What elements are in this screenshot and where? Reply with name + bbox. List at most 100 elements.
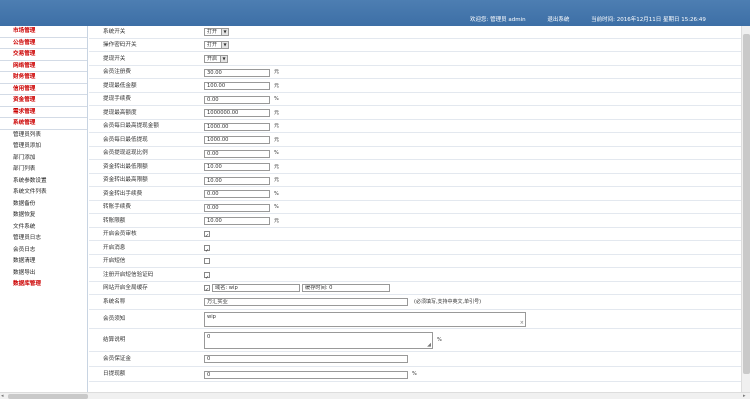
sidebar-item[interactable]: 需求管理 [0, 106, 87, 118]
unit-label: 元 [274, 218, 280, 224]
sidebar-item[interactable]: 部门添加 [0, 153, 87, 165]
field-label: 系统名称 [103, 299, 126, 305]
sidebar-item[interactable]: 数据恢复 [0, 210, 87, 222]
top-banner: 欢迎您: 管理员 admin 退出系统 当前时间: 2016年12月11日 星期… [0, 0, 750, 26]
field-label: 注册开启短信验证码 [103, 272, 154, 278]
unit-label: % [274, 96, 279, 102]
sidebar-item[interactable]: 交易管理 [0, 49, 87, 61]
sidebar-item[interactable]: 数据清理 [0, 256, 87, 268]
sidebar-item[interactable]: 管理员列表 [0, 130, 87, 142]
sidebar-item[interactable]: 数据库管理 [0, 279, 87, 291]
field-label: 提现开关 [103, 56, 126, 62]
checkbox[interactable] [204, 244, 210, 258]
sidebar-item[interactable]: 数据导出 [0, 268, 87, 280]
text-input[interactable]: 1000000.00 [204, 109, 270, 117]
horizontal-scrollbar[interactable]: ◂ ▸ [0, 392, 750, 399]
horizontal-scroll-thumb[interactable] [8, 394, 88, 399]
system-name-input[interactable]: 万汇实业 [204, 297, 408, 306]
text-input[interactable]: 10.00 [204, 217, 270, 225]
scroll-right-arrow-icon[interactable]: ▸ [743, 393, 746, 399]
sidebar-item[interactable]: 系统参数设置 [0, 176, 87, 188]
field-label: 资金转出最高限额 [103, 177, 148, 183]
cache-checkbox[interactable] [204, 284, 210, 297]
header-info: 欢迎您: 管理员 admin 退出系统 当前时间: 2016年12月11日 星期… [470, 15, 726, 23]
sidebar-item[interactable]: 管理员添加 [0, 141, 87, 153]
field-label: 会员每日最高提现金额 [103, 123, 159, 129]
field-label: 网站开启全局缓存 [103, 285, 148, 291]
chevron-down-icon[interactable]: ▼ [221, 28, 228, 35]
sidebar-item[interactable]: 会员日志 [0, 245, 87, 257]
textarea-field[interactable]: wip × [204, 312, 526, 327]
unit-label: 元 [274, 137, 280, 143]
field-control [204, 255, 210, 268]
field-label: 会员提现返现比例 [103, 150, 148, 156]
chevron-down-icon[interactable]: ▼ [220, 55, 227, 62]
select-field[interactable]: 打开 ▼ [204, 40, 229, 49]
close-icon[interactable]: × [520, 320, 524, 326]
select-field[interactable]: 打开 ▼ [204, 27, 229, 36]
sidebar-item[interactable]: 管理员日志 [0, 233, 87, 245]
logout-link[interactable]: 退出系统 [547, 17, 569, 23]
textarea-value: 0 [207, 334, 211, 340]
sidebar-item[interactable]: 公告管理 [0, 37, 87, 49]
field-control: wip × [204, 310, 526, 329]
text-input[interactable]: 10.00 [204, 163, 270, 171]
form-row: 转账手续费 0.00% [89, 201, 741, 214]
form-row: 系统名称 万汇实业 (必须填写,支持中英文,单引号) [89, 295, 741, 310]
text-input[interactable]: 0 [204, 354, 408, 363]
text-input[interactable]: 0.00 [204, 190, 270, 198]
form-row: 会员每日最高提现金额 1000.00 元 [89, 120, 741, 133]
sidebar-item[interactable]: 部门列表 [0, 164, 87, 176]
field-label: 开启会员审核 [103, 231, 137, 237]
form-row: 资金转出最高限额 10.00 元 [89, 174, 741, 187]
checkbox[interactable] [204, 230, 210, 243]
form-row: 资金转出最低限额 10.00 元 [89, 160, 741, 174]
field-label: 资金转出手续费 [103, 191, 143, 197]
sidebar-item[interactable]: 网络管理 [0, 60, 87, 72]
form-row: 注册开启短信验证码 [89, 268, 741, 285]
vertical-scroll-thumb[interactable] [743, 34, 750, 374]
text-input[interactable]: 1000.00 [204, 122, 270, 131]
checkbox[interactable] [204, 257, 210, 264]
cache-domain-input[interactable]: 域名: wip [212, 283, 300, 292]
field-label: 提现最低金额 [103, 83, 137, 89]
text-input[interactable]: 0.00 [204, 95, 270, 104]
textarea-value: wip [207, 314, 216, 320]
chevron-down-icon[interactable]: ▼ [221, 41, 228, 48]
text-input[interactable]: 10.00 [204, 176, 270, 185]
textarea-field[interactable]: 0 ◢ [204, 332, 433, 349]
sidebar-item[interactable]: 数据备份 [0, 199, 87, 211]
scroll-left-arrow-icon[interactable]: ◂ [1, 393, 4, 399]
text-input[interactable]: 0 [204, 370, 408, 379]
form-row: 提现最低金额 100.00 元 [89, 79, 741, 93]
sidebar-item[interactable]: 信用管理 [0, 83, 87, 95]
checkbox[interactable] [204, 271, 210, 285]
form-row: 开启短信 [89, 255, 741, 268]
field-control: 1000.00 元 [204, 133, 279, 148]
text-input[interactable]: 0.00 [204, 203, 270, 212]
field-control [204, 228, 210, 243]
form-row: 提现手续费 0.00% [89, 93, 741, 106]
sidebar-item[interactable]: 系统文件列表 [0, 187, 87, 199]
field-control: 100.00 元 [204, 79, 279, 94]
text-input[interactable]: 0.00 [204, 149, 270, 158]
field-control: 0% [204, 367, 417, 383]
resize-grip-icon[interactable]: ◢ [427, 342, 431, 348]
sidebar-item[interactable]: 系统管理 [0, 118, 87, 130]
sidebar-item[interactable]: 市场管理 [0, 26, 87, 38]
select-field[interactable]: 开启 ▼ [204, 54, 228, 63]
sidebar-item[interactable]: 资金管理 [0, 95, 87, 107]
text-input[interactable]: 1000.00 [204, 136, 270, 144]
field-control [204, 268, 210, 285]
unit-label: % [274, 204, 279, 210]
field-control: 30.00 元 [204, 66, 279, 80]
unit-label: 元 [274, 177, 280, 183]
text-input[interactable]: 100.00 [204, 82, 270, 90]
form-row: 日提现额 0% [89, 367, 741, 382]
cache-time-input[interactable]: 缓存时间: 0 [302, 283, 390, 292]
vertical-scrollbar[interactable] [741, 26, 750, 392]
sidebar-item[interactable]: 财务管理 [0, 72, 87, 84]
field-label: 会员注册费 [103, 69, 131, 75]
text-input[interactable]: 30.00 [204, 68, 270, 77]
sidebar-item[interactable]: 文件系统 [0, 222, 87, 234]
